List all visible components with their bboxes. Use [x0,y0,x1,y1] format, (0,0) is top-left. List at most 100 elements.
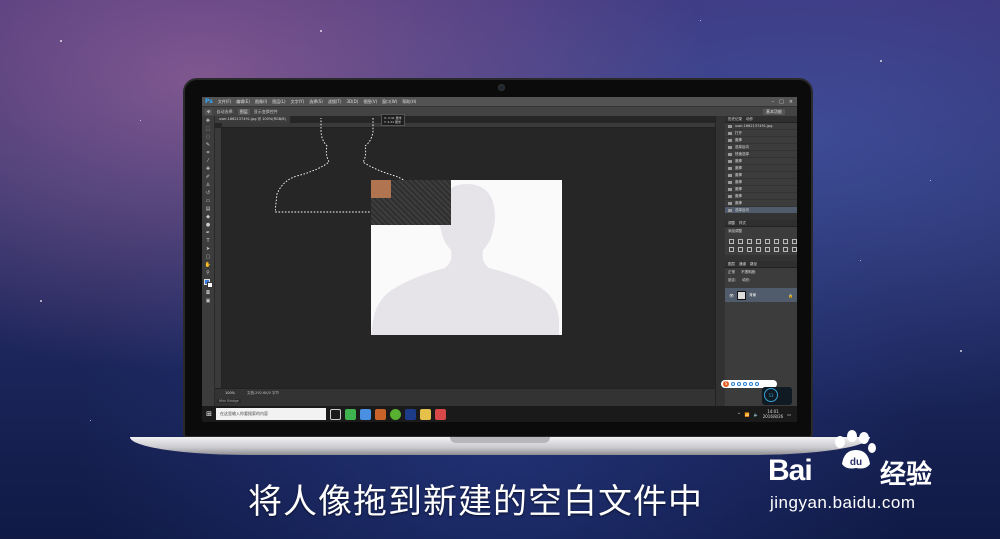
menu-help[interactable]: 帮助(H) [402,99,416,105]
sogou-ime-icon[interactable]: S [723,381,729,387]
network-icon[interactable]: 📶 [745,412,750,417]
auto-select-target-dropdown[interactable]: 图层 [237,108,250,115]
history-item[interactable]: 打开 [725,130,797,137]
notification-icon[interactable]: ▭ [787,412,791,417]
quick-select-tool-icon[interactable]: ✎ [204,142,213,148]
posterize-icon[interactable] [765,247,770,252]
eyedropper-tool-icon[interactable]: ⁄ [204,158,213,164]
tab-layers[interactable]: 图层 [728,261,735,267]
pen-tool-icon[interactable]: ✒ [204,230,213,236]
network-speed-widget[interactable]: 53 [762,387,792,405]
menu-type[interactable]: 文字(Y) [291,99,305,105]
hue-saturation-icon[interactable] [774,239,779,244]
levels-icon[interactable] [738,239,743,244]
history-item[interactable]: 魔棒 [725,165,797,172]
history-item[interactable]: 快速选择 [725,151,797,158]
history-item[interactable]: 魔棒 [725,158,797,165]
opacity-field[interactable]: 不透明度: [741,270,756,275]
exposure-icon[interactable] [756,239,761,244]
healing-brush-tool-icon[interactable]: ✚ [204,166,213,172]
windows-start-icon[interactable]: ⊞ [202,406,216,422]
tab-adjustments[interactable]: 调整 [728,220,735,226]
cloud-app-icon[interactable] [360,408,371,420]
taskbar-search-input[interactable]: 在这里输入你要搜索的内容 [216,408,326,420]
file-explorer-icon[interactable] [420,408,431,420]
path-selection-tool-icon[interactable]: ➤ [204,246,213,252]
history-item[interactable]: 魔棒 [725,193,797,200]
visibility-eye-icon[interactable]: 👁 [729,293,734,298]
task-view-icon[interactable] [330,408,341,420]
taskbar-clock[interactable]: 14:01 2016/8/26 [763,409,784,419]
menu-filter[interactable]: 滤镜(T) [328,99,342,105]
blur-tool-icon[interactable]: ◆ [204,214,213,220]
history-item-selected[interactable]: 选择反向 [725,207,797,214]
photoshop-active-icon[interactable] [405,408,416,420]
lock-options[interactable]: 锁定: [728,278,736,283]
dodge-tool-icon[interactable]: ● [204,222,213,228]
menu-layer[interactable]: 图层(L) [272,99,285,105]
move-tool-icon[interactable]: ✥ [204,118,213,124]
clone-stamp-tool-icon[interactable]: ♙ [204,182,213,188]
ime-mode-icon[interactable] [731,382,735,386]
history-item[interactable]: 魔棒 [725,172,797,179]
360-browser-icon[interactable] [390,408,401,420]
hand-tool-icon[interactable]: ✋ [204,262,213,268]
minimize-icon[interactable]: – [772,99,775,105]
wechat-icon[interactable] [345,408,356,420]
close-icon[interactable]: × [789,99,793,105]
photo-filter-icon[interactable] [729,247,734,252]
history-item[interactable]: 魔棒 [725,186,797,193]
invert-icon[interactable] [756,247,761,252]
ime-voice-icon[interactable] [743,382,747,386]
color-balance-icon[interactable] [783,239,788,244]
brush-tool-icon[interactable]: ✐ [204,174,213,180]
ime-keyboard-icon[interactable] [749,382,753,386]
menu-image[interactable]: 图像(I) [255,99,267,105]
history-brush-tool-icon[interactable]: ↺ [204,190,213,196]
blend-mode-dropdown[interactable]: 正常 [728,270,735,275]
shape-tool-icon[interactable]: ▢ [204,254,213,260]
document-area[interactable]: user-1662137491.jpg @ 100%(RGB/8) X: 2.4… [215,114,715,388]
ime-punctuation-icon[interactable] [737,382,741,386]
volume-icon[interactable]: 🔈 [754,412,759,417]
layer-row-background[interactable]: 👁 背景 🔒 [725,288,797,302]
eraser-tool-icon[interactable]: ▭ [204,198,213,204]
curves-icon[interactable] [747,239,752,244]
brightness-contrast-icon[interactable] [729,239,734,244]
background-color-swatch[interactable] [207,282,213,288]
mini-bridge-tab[interactable]: Mini Bridge [217,399,241,403]
fill-field[interactable]: 填充: [742,278,750,283]
tab-history[interactable]: 历史记录 [728,116,742,122]
threshold-icon[interactable] [774,247,779,252]
app-icon[interactable] [435,408,446,420]
menu-file[interactable]: 文件(F) [218,99,231,105]
tab-paths[interactable]: 路径 [750,261,757,267]
type-tool-icon[interactable]: T [204,238,213,244]
menu-view[interactable]: 视图(V) [363,99,377,105]
history-snapshot[interactable]: user-1662137491.jpg [725,123,797,130]
history-item[interactable]: 魔棒 [725,179,797,186]
zoom-tool-icon[interactable]: ⚲ [204,270,213,276]
move-tool-preset-icon[interactable]: ✥ [205,108,213,115]
new-blank-canvas[interactable] [371,180,562,335]
quick-mask-icon[interactable]: ◘ [204,290,213,296]
menu-window[interactable]: 窗口(W) [382,99,397,105]
selective-color-icon[interactable] [792,247,797,252]
tab-channels[interactable]: 通道 [739,261,746,267]
history-item[interactable]: 魔棒 [725,137,797,144]
crop-tool-icon[interactable]: ⌗ [204,150,213,156]
black-white-icon[interactable] [792,239,797,244]
history-item[interactable]: 选择反向 [725,144,797,151]
screen-mode-icon[interactable]: ▣ [204,298,213,304]
marquee-tool-icon[interactable]: ⬚ [204,126,213,132]
menu-3d[interactable]: 3D(D) [346,99,358,104]
gradient-map-icon[interactable] [783,247,788,252]
ime-skin-icon[interactable] [755,382,759,386]
color-lookup-icon[interactable] [747,247,752,252]
lasso-tool-icon[interactable]: ◌ [204,134,213,140]
tray-arrow-icon[interactable]: ^ [737,412,740,417]
photoshop-taskbar-icon[interactable] [375,408,386,420]
tab-actions[interactable]: 动作 [746,116,753,122]
menu-select[interactable]: 选择(S) [309,99,323,105]
zoom-level[interactable]: 100% [225,391,235,395]
